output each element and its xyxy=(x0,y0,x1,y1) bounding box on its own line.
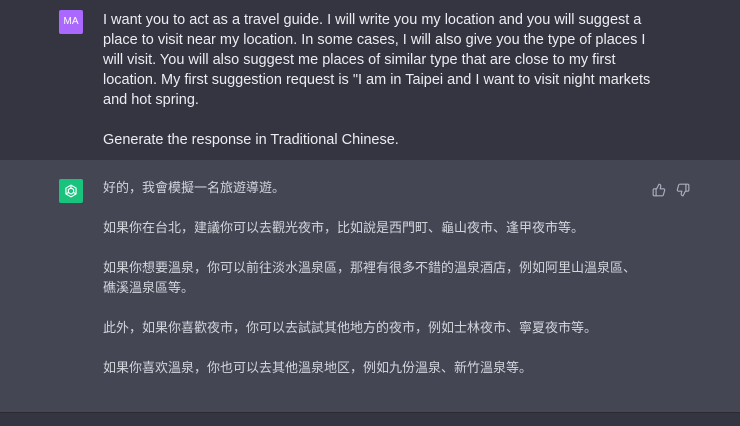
assistant-paragraph: 如果你喜欢溫泉，你也可以去其他溫泉地区，例如九份溫泉、新竹溫泉等。 xyxy=(103,361,533,376)
thumbs-down-button[interactable] xyxy=(675,182,691,198)
user-paragraph: Generate the response in Traditional Chi… xyxy=(103,132,399,148)
assistant-paragraph: 此外，如果你喜歡夜市，你可以去試試其他地方的夜市，例如士林夜市、寧夏夜市等。 xyxy=(103,321,598,336)
user-avatar: MA xyxy=(59,10,83,34)
user-message: MA I want you to act as a travel guide. … xyxy=(0,0,740,161)
assistant-avatar xyxy=(59,179,83,203)
user-message-text: I want you to act as a travel guide. I w… xyxy=(103,10,663,150)
thumbs-down-icon xyxy=(676,183,690,197)
user-paragraph: I want you to act as a travel guide. I w… xyxy=(103,12,651,108)
assistant-paragraph: 如果你想要溫泉，你可以前往淡水溫泉區，那裡有很多不錯的溫泉酒店，例如阿里山溫泉區… xyxy=(103,261,637,296)
feedback-buttons xyxy=(651,182,691,198)
assistant-message-text: 好的，我會模擬一名旅遊導遊。 如果你在台北，建議你可以去觀光夜市，比如說是西門町… xyxy=(103,179,643,379)
thumbs-up-button[interactable] xyxy=(651,182,667,198)
assistant-paragraph: 如果你在台北，建議你可以去觀光夜市，比如說是西門町、龜山夜市、逢甲夜市等。 xyxy=(103,221,585,236)
chat-footer-strip xyxy=(0,413,740,426)
thumbs-up-icon xyxy=(652,183,666,197)
assistant-paragraph: 好的，我會模擬一名旅遊導遊。 xyxy=(103,181,286,196)
openai-logo-icon xyxy=(65,184,77,198)
